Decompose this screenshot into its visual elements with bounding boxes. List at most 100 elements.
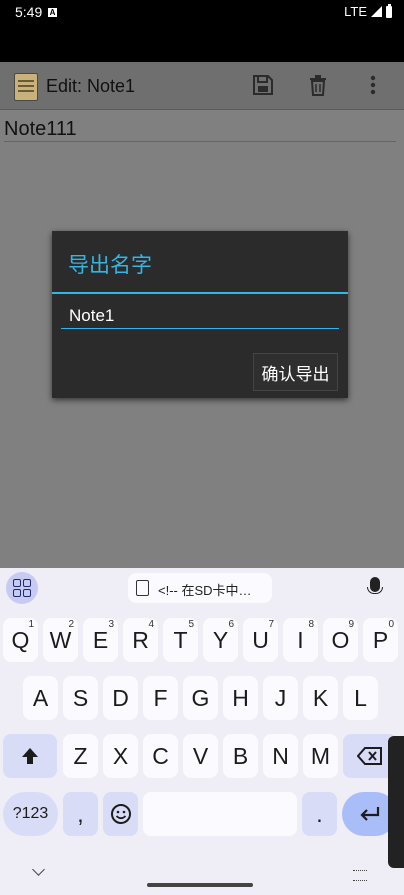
shift-key[interactable]	[3, 734, 57, 778]
app-toolbar: Edit: Note1	[0, 62, 404, 110]
key-r[interactable]: R4	[123, 618, 158, 662]
apps-icon[interactable]	[6, 572, 38, 604]
key-r-label: R	[132, 627, 149, 653]
key-a[interactable]: A	[23, 676, 58, 720]
emoji-icon	[111, 804, 131, 824]
key-a-label: A	[32, 685, 49, 711]
key-f[interactable]: F	[143, 676, 178, 720]
key-p[interactable]: P0	[363, 618, 398, 662]
key-c[interactable]: C	[143, 734, 178, 778]
key-s[interactable]: S	[63, 676, 98, 720]
key-o[interactable]: O9	[323, 618, 358, 662]
key-u-label: U	[252, 627, 269, 653]
keyboard-switch-icon[interactable]	[353, 870, 367, 881]
comma-key[interactable]: ,	[63, 792, 98, 836]
status-time: 5:49	[15, 4, 43, 20]
hide-keyboard-chevron-icon[interactable]	[32, 863, 45, 876]
period-key-label: .	[316, 801, 323, 827]
navigation-bar	[0, 856, 404, 895]
key-r-hint: 4	[148, 619, 154, 630]
comma-key-label: ,	[77, 801, 84, 827]
emoji-key[interactable]	[103, 792, 138, 836]
confirm-export-button[interactable]: 确认导出	[253, 353, 338, 391]
clipboard-text: <!-- 在SD卡中…	[158, 583, 252, 598]
space-key[interactable]	[143, 792, 297, 836]
symbols-key[interactable]: ?123	[3, 792, 58, 836]
key-i-label: I	[297, 627, 304, 653]
key-y-hint: 6	[228, 619, 234, 630]
key-p-label: P	[372, 627, 389, 653]
home-gesture-bar[interactable]	[147, 883, 253, 887]
key-v-label: V	[192, 743, 209, 769]
key-l[interactable]: L	[343, 676, 378, 720]
key-e-hint: 3	[108, 619, 114, 630]
key-n[interactable]: N	[263, 734, 298, 778]
clipboard-icon	[136, 580, 149, 596]
key-d[interactable]: D	[103, 676, 138, 720]
symbols-key-label: ?123	[12, 805, 49, 822]
enter-icon	[360, 807, 380, 821]
dialog-divider	[52, 292, 348, 294]
key-g[interactable]: G	[183, 676, 218, 720]
period-key[interactable]: .	[302, 792, 337, 836]
key-m[interactable]: M	[303, 734, 338, 778]
key-u[interactable]: U7	[243, 618, 278, 662]
key-x-label: X	[112, 743, 129, 769]
key-j-label: J	[274, 685, 287, 711]
export-dialog: 导出名字 确认导出	[52, 231, 348, 398]
side-panel-handle[interactable]	[388, 736, 404, 868]
shift-icon	[22, 748, 38, 764]
key-t-hint: 5	[188, 619, 194, 630]
key-v[interactable]: V	[183, 734, 218, 778]
notification-icon: A	[48, 8, 57, 17]
key-z-label: Z	[73, 743, 88, 769]
status-bar: 5:49 A LTE	[0, 0, 404, 62]
key-f-label: F	[153, 685, 168, 711]
key-k[interactable]: K	[303, 676, 338, 720]
key-u-hint: 7	[268, 619, 274, 630]
key-x[interactable]: X	[103, 734, 138, 778]
key-q[interactable]: Q1	[3, 618, 38, 662]
key-y[interactable]: Y6	[203, 618, 238, 662]
clipboard-suggestion[interactable]: <!-- 在SD卡中…	[128, 573, 272, 603]
toolbar-title: Edit: Note1	[46, 76, 136, 96]
battery-icon	[386, 3, 392, 18]
key-t-label: T	[173, 627, 188, 653]
signal-icon	[371, 6, 382, 17]
key-m-label: M	[310, 743, 331, 769]
key-q-label: Q	[11, 627, 30, 653]
key-d-label: D	[112, 685, 129, 711]
status-indicators: LTE	[344, 3, 392, 19]
key-z[interactable]: Z	[63, 734, 98, 778]
more-icon[interactable]	[362, 74, 384, 96]
keyboard-suggestion-bar: <!-- 在SD卡中…	[0, 568, 404, 609]
key-l-label: L	[354, 685, 367, 711]
network-label: LTE	[344, 4, 367, 19]
key-h[interactable]: H	[223, 676, 258, 720]
key-o-hint: 9	[348, 619, 354, 630]
soft-keyboard: <!-- 在SD卡中… Q1W2E3R4T5Y6U7I8O9P0ASDFGHJK…	[0, 568, 404, 895]
backspace-icon	[357, 747, 382, 765]
dialog-title: 导出名字	[68, 254, 152, 277]
key-b[interactable]: B	[223, 734, 258, 778]
key-j[interactable]: J	[263, 676, 298, 720]
mic-icon[interactable]	[367, 577, 383, 594]
key-h-label: H	[232, 685, 249, 711]
key-b-label: B	[232, 743, 249, 769]
key-t[interactable]: T5	[163, 618, 198, 662]
note-text[interactable]: Note111	[4, 118, 396, 142]
notepad-app-icon	[14, 73, 38, 101]
key-e[interactable]: E3	[83, 618, 118, 662]
key-p-hint: 0	[388, 619, 394, 630]
save-icon[interactable]	[252, 74, 274, 96]
key-q-hint: 1	[28, 619, 34, 630]
key-n-label: N	[272, 743, 289, 769]
export-name-input[interactable]	[61, 303, 339, 329]
key-i[interactable]: I8	[283, 618, 318, 662]
delete-icon[interactable]	[307, 74, 329, 96]
key-s-label: S	[72, 685, 89, 711]
key-o-label: O	[331, 627, 350, 653]
key-w-hint: 2	[68, 619, 74, 630]
key-w[interactable]: W2	[43, 618, 78, 662]
key-k-label: K	[312, 685, 329, 711]
